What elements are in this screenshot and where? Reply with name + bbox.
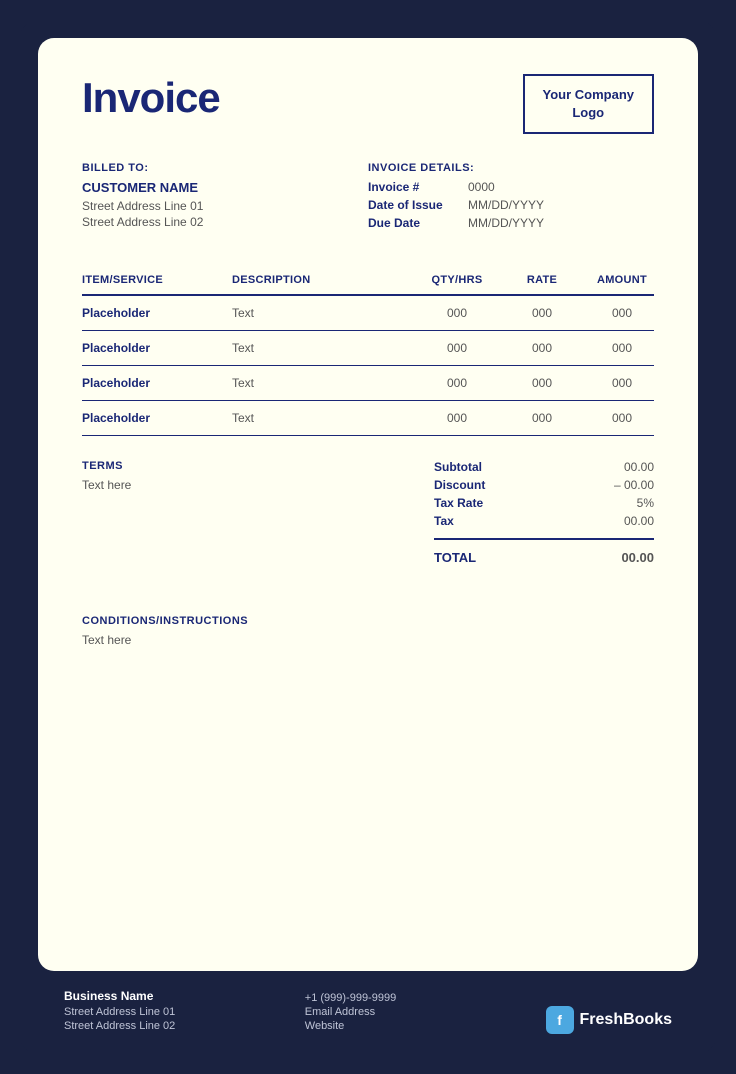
col-header-desc: DESCRIPTION (232, 274, 412, 286)
row2-item: Placeholder (82, 341, 232, 355)
subtotal-value: 00.00 (624, 460, 654, 474)
tax-label: Tax (434, 514, 524, 528)
row1-item: Placeholder (82, 306, 232, 320)
row3-item: Placeholder (82, 376, 232, 390)
conditions-section: CONDITIONS/INSTRUCTIONS Text here (82, 605, 654, 647)
footer-address-line2: Street Address Line 02 (64, 1020, 305, 1032)
col-header-amount: AMOUNT (582, 274, 662, 286)
footer-email: Email Address (305, 1006, 546, 1018)
freshbooks-logo: f FreshBooks (546, 1006, 672, 1034)
tax-row: Tax 00.00 (434, 514, 654, 528)
freshbooks-label: FreshBooks (580, 1011, 672, 1029)
conditions-label: CONDITIONS/INSTRUCTIONS (82, 615, 654, 627)
row3-qty: 000 (412, 376, 502, 390)
footer-business-name: Business Name (64, 989, 305, 1003)
billed-to-label: BILLED TO: (82, 162, 368, 174)
date-issue-label: Date of Issue (368, 198, 468, 212)
col-header-rate: RATE (502, 274, 582, 286)
tax-rate-row: Tax Rate 5% (434, 496, 654, 510)
invoice-num-value: 0000 (468, 180, 495, 194)
table-section: ITEM/SERVICE DESCRIPTION QTY/HRS RATE AM… (82, 266, 654, 436)
row1-rate: 000 (502, 306, 582, 320)
footer-left: Business Name Street Address Line 01 Str… (64, 989, 305, 1034)
billed-address-line2: Street Address Line 02 (82, 215, 368, 229)
header-section: Invoice Your Company Logo (82, 74, 654, 134)
invoice-details-label: INVOICE DETAILS: (368, 162, 654, 174)
grand-total-label: TOTAL (434, 550, 476, 565)
customer-name: CUSTOMER NAME (82, 180, 368, 195)
logo-line1: Your Company (543, 87, 635, 102)
row4-item: Placeholder (82, 411, 232, 425)
tax-value: 00.00 (624, 514, 654, 528)
billed-address-line1: Street Address Line 01 (82, 199, 368, 213)
row3-amount: 000 (582, 376, 662, 390)
row2-qty: 000 (412, 341, 502, 355)
table-row: Placeholder Text 000 000 000 (82, 401, 654, 436)
row3-rate: 000 (502, 376, 582, 390)
due-date-label: Due Date (368, 216, 468, 230)
freshbooks-icon: f (546, 1006, 574, 1034)
detail-row-date-issue: Date of Issue MM/DD/YYYY (368, 198, 654, 212)
row2-rate: 000 (502, 341, 582, 355)
row1-desc: Text (232, 306, 412, 320)
footer-center: +1 (999)-999-9999 Email Address Website (305, 992, 546, 1034)
due-date-value: MM/DD/YYYY (468, 216, 544, 230)
total-divider (434, 538, 654, 540)
row4-rate: 000 (502, 411, 582, 425)
row4-amount: 000 (582, 411, 662, 425)
billing-section: BILLED TO: CUSTOMER NAME Street Address … (82, 162, 654, 234)
row4-qty: 000 (412, 411, 502, 425)
table-row: Placeholder Text 000 000 000 (82, 366, 654, 401)
invoice-card: Invoice Your Company Logo BILLED TO: CUS… (38, 38, 698, 971)
row1-qty: 000 (412, 306, 502, 320)
table-row: Placeholder Text 000 000 000 (82, 296, 654, 331)
invoice-details: INVOICE DETAILS: Invoice # 0000 Date of … (368, 162, 654, 234)
terms-text: Text here (82, 478, 414, 492)
footer-phone: +1 (999)-999-9999 (305, 992, 546, 1004)
row3-desc: Text (232, 376, 412, 390)
grand-total-value: 00.00 (621, 550, 654, 565)
footer-website: Website (305, 1020, 546, 1032)
discount-label: Discount (434, 478, 524, 492)
subtotal-label: Subtotal (434, 460, 524, 474)
col-header-qty: QTY/HRS (412, 274, 502, 286)
row4-desc: Text (232, 411, 412, 425)
col-header-item: ITEM/SERVICE (82, 274, 232, 286)
billed-to: BILLED TO: CUSTOMER NAME Street Address … (82, 162, 368, 234)
detail-row-due-date: Due Date MM/DD/YYYY (368, 216, 654, 230)
grand-total-row: TOTAL 00.00 (434, 550, 654, 565)
tax-rate-value: 5% (637, 496, 654, 510)
footer-address-line1: Street Address Line 01 (64, 1006, 305, 1018)
discount-value: – 00.00 (614, 478, 654, 492)
subtotal-row: Subtotal 00.00 (434, 460, 654, 474)
conditions-text: Text here (82, 633, 654, 647)
discount-row: Discount – 00.00 (434, 478, 654, 492)
footer-right: f FreshBooks (546, 1006, 672, 1034)
table-header: ITEM/SERVICE DESCRIPTION QTY/HRS RATE AM… (82, 266, 654, 296)
bottom-section: TERMS Text here Subtotal 00.00 Discount … (82, 460, 654, 565)
table-row: Placeholder Text 000 000 000 (82, 331, 654, 366)
tax-rate-label: Tax Rate (434, 496, 524, 510)
row2-desc: Text (232, 341, 412, 355)
row1-amount: 000 (582, 306, 662, 320)
date-issue-value: MM/DD/YYYY (468, 198, 544, 212)
page-wrapper: Invoice Your Company Logo BILLED TO: CUS… (20, 20, 716, 1054)
terms-label: TERMS (82, 460, 414, 472)
terms-section: TERMS Text here (82, 460, 434, 565)
detail-row-invoice-num: Invoice # 0000 (368, 180, 654, 194)
row2-amount: 000 (582, 341, 662, 355)
company-logo-box: Your Company Logo (523, 74, 655, 134)
totals-section: Subtotal 00.00 Discount – 00.00 Tax Rate… (434, 460, 654, 565)
footer: Business Name Street Address Line 01 Str… (20, 971, 716, 1054)
invoice-num-label: Invoice # (368, 180, 468, 194)
invoice-title: Invoice (82, 74, 220, 122)
logo-line2: Logo (572, 105, 604, 120)
